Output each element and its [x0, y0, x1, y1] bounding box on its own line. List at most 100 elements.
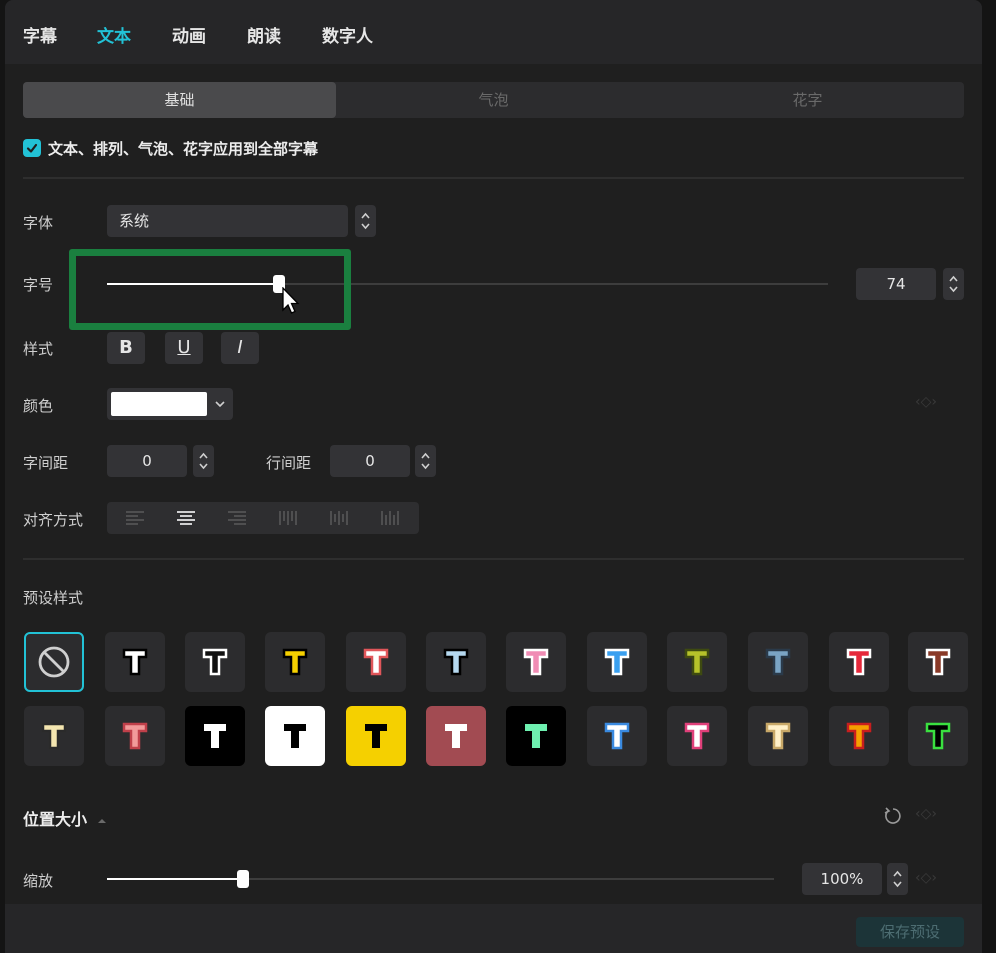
preset-style-olive[interactable]	[667, 632, 727, 692]
tab-text[interactable]: 文本	[97, 22, 131, 47]
align-right-icon[interactable]	[227, 510, 247, 526]
preset-none[interactable]	[24, 632, 84, 692]
up-down-chevron-icon	[893, 870, 902, 888]
letter-spacing-label: 字间距	[23, 454, 69, 472]
color-swatch	[111, 392, 207, 416]
preset-style-mint-on-black[interactable]	[506, 706, 566, 766]
align-left-icon[interactable]	[125, 510, 145, 526]
font-size-input[interactable]: 74	[856, 268, 936, 300]
preset-style-white-red[interactable]	[346, 632, 406, 692]
preset-style-white-blue-shadow[interactable]	[587, 706, 647, 766]
text-t-icon	[204, 724, 226, 748]
text-t-icon	[604, 722, 630, 750]
scale-slider-fill	[107, 878, 241, 880]
preset-style-white-black-stroke[interactable]	[105, 632, 165, 692]
text-t-icon	[925, 648, 951, 676]
underline-button[interactable]: U	[165, 332, 203, 364]
preset-style-red-white[interactable]	[829, 632, 889, 692]
style-label: 样式	[23, 340, 54, 358]
align-middle-vertical-icon[interactable]	[329, 510, 349, 526]
preset-style-white-pink-shadow[interactable]	[667, 706, 727, 766]
line-spacing-stepper[interactable]	[415, 445, 436, 477]
color-label: 颜色	[23, 397, 54, 415]
tab-subtitle[interactable]: 字幕	[23, 22, 57, 47]
preset-style-black-on-white[interactable]	[265, 706, 325, 766]
scale-input[interactable]: 100%	[802, 863, 882, 895]
italic-button[interactable]: I	[221, 332, 259, 364]
font-label: 字体	[23, 214, 54, 232]
reset-icon[interactable]	[883, 806, 903, 826]
position-size-title[interactable]: 位置大小	[23, 806, 107, 830]
chevron-down-icon	[215, 401, 225, 408]
preset-style-pink-white[interactable]	[506, 632, 566, 692]
preset-style-lightblue-black[interactable]	[426, 632, 486, 692]
preset-style-brown-white[interactable]	[908, 632, 968, 692]
preset-style-cream[interactable]	[24, 706, 84, 766]
save-preset-button[interactable]: 保存预设	[856, 917, 964, 947]
font-select[interactable]: 系统	[107, 205, 348, 237]
font-select-stepper[interactable]	[355, 205, 376, 237]
font-size-stepper[interactable]	[943, 268, 964, 300]
text-t-icon	[765, 648, 791, 676]
up-down-chevron-icon	[199, 452, 208, 470]
line-spacing-input[interactable]: 0	[330, 445, 410, 477]
text-t-icon	[443, 648, 469, 676]
preset-style-outline-white[interactable]	[185, 632, 245, 692]
text-t-icon	[925, 722, 951, 750]
align-center-icon[interactable]	[176, 510, 196, 526]
preset-style-black-green[interactable]	[908, 706, 968, 766]
preset-style-salmon[interactable]	[105, 706, 165, 766]
text-properties-panel: 字幕 文本 动画 朗读 数字人 基础 气泡 花字 文本、排列、气泡、花字应用到全…	[5, 0, 982, 953]
subtab-fancy-text[interactable]: 花字	[651, 82, 964, 118]
bottom-bar: 保存预设	[5, 904, 982, 953]
text-t-icon	[604, 648, 630, 676]
text-t-icon	[846, 722, 872, 750]
text-t-icon	[363, 648, 389, 676]
preset-style-white-on-rose[interactable]	[426, 706, 486, 766]
subtab-basic[interactable]: 基础	[23, 82, 336, 118]
scale-slider-handle[interactable]	[237, 870, 249, 888]
text-t-icon	[122, 722, 148, 750]
text-t-icon	[122, 648, 148, 676]
tab-digital-human[interactable]: 数字人	[322, 22, 373, 47]
alignment-label: 对齐方式	[23, 511, 84, 529]
letter-spacing-input[interactable]: 0	[107, 445, 187, 477]
text-t-icon	[284, 724, 306, 748]
preset-style-black-on-yellow[interactable]	[346, 706, 406, 766]
preset-style-cream-shadow[interactable]	[748, 706, 808, 766]
sub-tab-bar: 基础 气泡 花字	[23, 82, 964, 118]
text-t-icon	[365, 724, 387, 748]
text-t-icon	[41, 722, 67, 750]
font-size-label: 字号	[23, 276, 54, 294]
top-tab-bar: 字幕 文本 动画 朗读 数字人	[5, 0, 982, 64]
text-t-icon	[846, 648, 872, 676]
tab-read-aloud[interactable]: 朗读	[247, 22, 281, 47]
preset-style-blue-white[interactable]	[587, 632, 647, 692]
bold-button[interactable]: B	[107, 332, 145, 364]
keyframe-nav-icon: ‹◇›	[915, 870, 937, 886]
preset-style-yellow-black[interactable]	[265, 632, 325, 692]
preset-style-white-on-black[interactable]	[185, 706, 245, 766]
text-t-icon	[282, 648, 308, 676]
up-down-chevron-icon	[361, 212, 370, 230]
up-down-chevron-icon	[421, 452, 430, 470]
divider	[23, 558, 964, 560]
keyframe-nav-icon: ‹◇›	[915, 806, 937, 822]
letter-spacing-stepper[interactable]	[193, 445, 214, 477]
up-down-chevron-icon	[949, 275, 958, 293]
apply-all-checkbox[interactable]	[23, 139, 41, 157]
preset-style-steelblue[interactable]	[748, 632, 808, 692]
divider	[23, 177, 964, 179]
align-top-vertical-icon[interactable]	[278, 510, 298, 526]
tab-animation[interactable]: 动画	[172, 22, 206, 47]
line-spacing-label: 行间距	[266, 454, 312, 472]
scale-stepper[interactable]	[887, 863, 908, 895]
preset-style-orange-red[interactable]	[829, 706, 889, 766]
apply-all-label: 文本、排列、气泡、花字应用到全部字幕	[48, 140, 319, 158]
preset-styles-label: 预设样式	[23, 589, 84, 607]
color-picker[interactable]	[107, 388, 233, 420]
text-t-icon	[684, 722, 710, 750]
text-t-icon	[684, 648, 710, 676]
align-bottom-vertical-icon[interactable]	[380, 510, 400, 526]
subtab-bubble[interactable]: 气泡	[337, 82, 650, 118]
